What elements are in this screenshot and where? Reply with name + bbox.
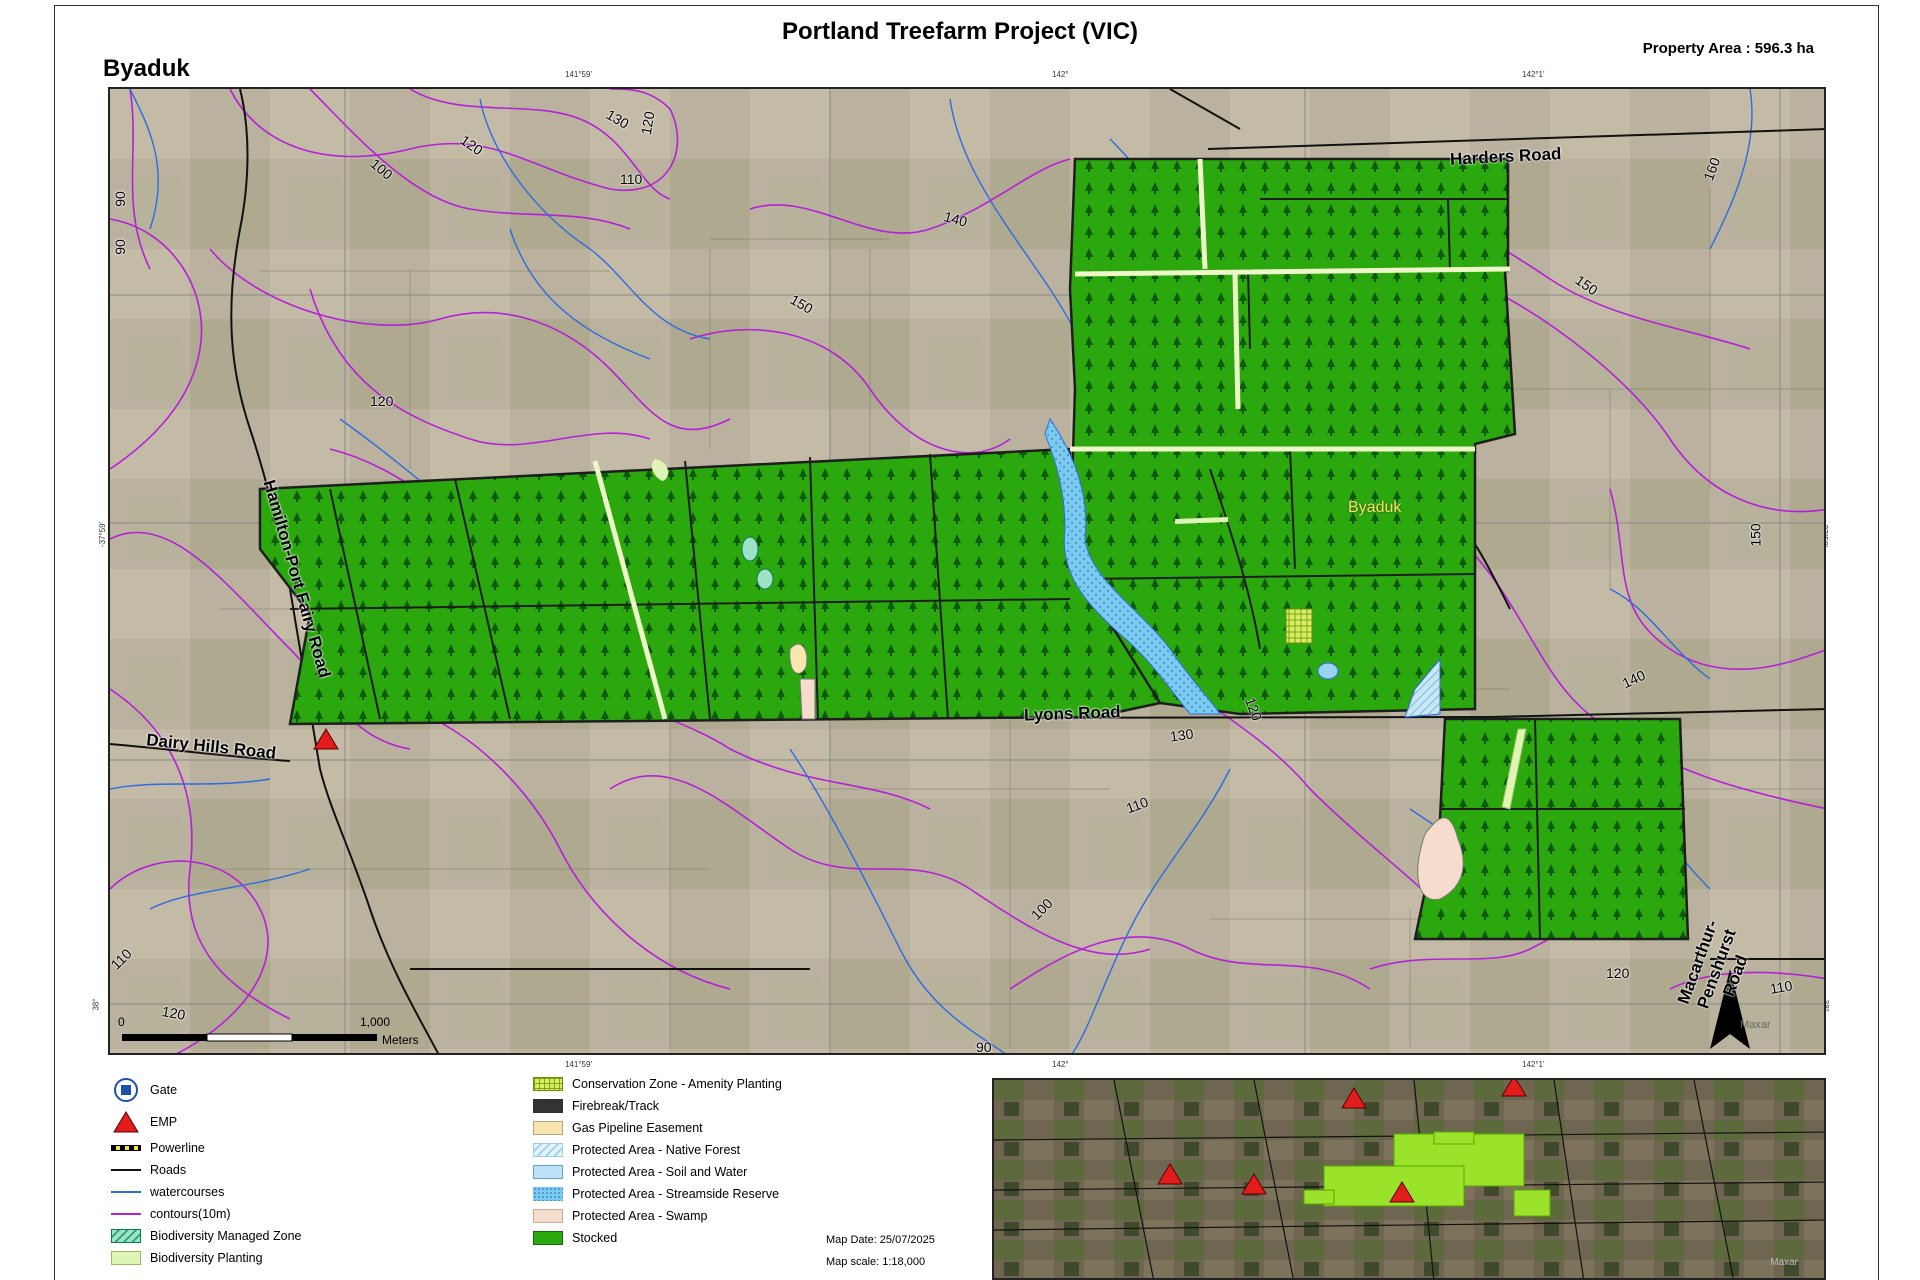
map-subtitle: Byaduk <box>103 55 190 82</box>
streamside-swatch <box>532 1186 564 1202</box>
emp-triangle-icon <box>110 1111 142 1133</box>
legend-item-emp: EMP <box>110 1111 177 1133</box>
imagery-attribution: Maxar <box>1740 1019 1771 1031</box>
graticule-top-label: 142°1' <box>1522 70 1545 79</box>
biodiversity-zone <box>741 536 759 562</box>
legend-item-gate: Gate <box>110 1078 177 1102</box>
legend-item-firebreak: Firebreak/Track <box>532 1098 659 1114</box>
graticule-bottom-label: 142°1' <box>1522 1060 1545 1069</box>
place-label-byaduk: Byaduk <box>1348 499 1402 516</box>
soil-water-swatch <box>532 1164 564 1180</box>
scale-bar-start-label: 0 <box>118 1015 125 1029</box>
map-title: Portland Treefarm Project (VIC) <box>781 18 1139 45</box>
scale-bar-end-label: 1,000 <box>360 1015 391 1029</box>
map-scale: Map scale: 1:18,000 <box>826 1256 926 1268</box>
legend-item-watercourses: watercourses <box>110 1184 224 1200</box>
graticule-bottom-label: 142° <box>1052 1060 1069 1069</box>
legend-item-conservation: Conservation Zone - Amenity Planting <box>532 1076 782 1092</box>
firebreak-swatch <box>532 1098 564 1114</box>
legend-item-biodiversity-managed: Biodiversity Managed Zone <box>110 1228 301 1244</box>
contour-label: 120 <box>1606 965 1630 981</box>
contour-label: 110 <box>620 171 643 187</box>
legend-item-roads: Roads <box>110 1162 186 1178</box>
watercourse-line-icon <box>110 1184 142 1200</box>
legend-item-native-forest: Protected Area - Native Forest <box>532 1142 740 1158</box>
road-label-lyons: Lyons Road <box>1023 702 1121 725</box>
biodiversity-managed-swatch <box>110 1228 142 1244</box>
soil-water-area <box>1317 662 1339 680</box>
legend-item-contours: contours(10m) <box>110 1206 231 1222</box>
main-map[interactable]: Harders Road Hamilton-Port Fairy Road Da… <box>108 87 1826 1055</box>
biodiversity-zone <box>756 568 774 590</box>
inset-attribution: Maxar <box>1770 1257 1798 1268</box>
legend-item-soil-water: Protected Area - Soil and Water <box>532 1164 747 1180</box>
legend-item-streamside: Protected Area - Streamside Reserve <box>532 1186 779 1202</box>
legend-item-biodiversity-planting: Biodiversity Planting <box>110 1250 263 1266</box>
scale-bar <box>122 1033 377 1042</box>
swamp-area-small <box>799 678 816 720</box>
contour-label: 90 <box>976 1039 992 1055</box>
contour-label: 120 <box>370 393 394 409</box>
powerline-icon <box>110 1140 142 1156</box>
contour-label: 130 <box>1169 725 1195 745</box>
contour-label: 90 <box>111 239 128 255</box>
legend-item-swamp: Protected Area - Swamp <box>532 1208 707 1224</box>
contour-label: 150 <box>1747 523 1764 547</box>
stocked-swatch <box>532 1230 564 1246</box>
gate-icon <box>110 1078 142 1102</box>
graticule-top-label: 141°59' <box>565 70 592 79</box>
inset-locator-map[interactable]: Maxar <box>992 1078 1826 1280</box>
graticule-left-label: -37°59' <box>98 521 108 548</box>
graticule-top-label: 142° <box>1052 70 1069 79</box>
legend-item-gas-pipeline: Gas Pipeline Easement <box>532 1120 703 1136</box>
scale-bar-unit-label: Meters <box>382 1033 419 1047</box>
gas-pipeline-swatch <box>532 1120 564 1136</box>
legend-item-stocked: Stocked <box>532 1230 617 1246</box>
gas-pipeline-area <box>789 643 808 674</box>
swamp-swatch <box>532 1208 564 1224</box>
conservation-swatch <box>532 1076 564 1092</box>
legend-item-powerline: Powerline <box>110 1140 205 1156</box>
property-area: Property Area : 596.3 ha <box>1642 40 1814 57</box>
contour-line-icon <box>110 1206 142 1222</box>
graticule-left-label: 38° <box>91 998 101 1011</box>
road-line-icon <box>110 1162 142 1178</box>
native-forest-swatch <box>532 1142 564 1158</box>
graticule-bottom-label: 141°59' <box>565 1060 592 1069</box>
biodiversity-planting-swatch <box>110 1250 142 1266</box>
contour-label: 90 <box>111 191 128 207</box>
map-date: Map Date: 25/07/2025 <box>826 1234 935 1246</box>
conservation-zone <box>1285 608 1313 644</box>
